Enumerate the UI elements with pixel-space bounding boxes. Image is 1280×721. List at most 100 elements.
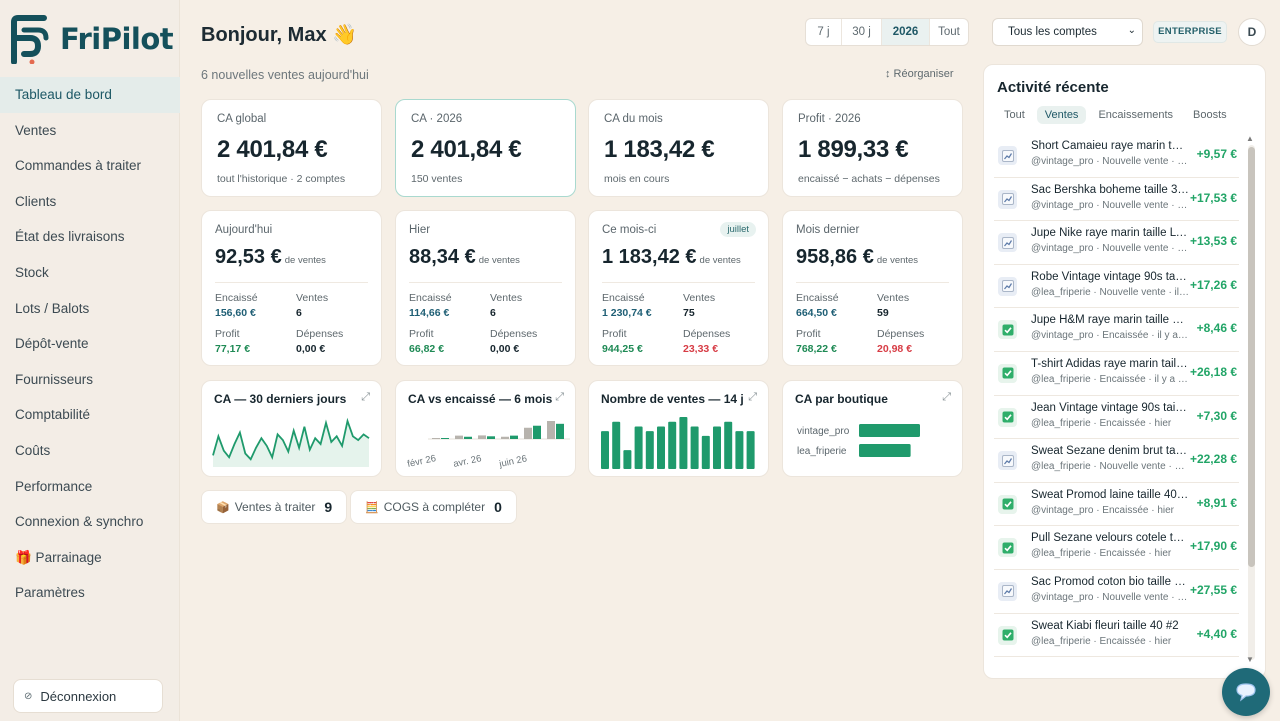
sales-bar bbox=[645, 431, 654, 469]
kpi-ca-global[interactable]: CA global 2 401,84 € tout l'historique ·… bbox=[201, 99, 382, 197]
reorganize-button[interactable]: ↕ Réorganiser bbox=[885, 68, 953, 80]
range-7d[interactable]: 7 j bbox=[806, 19, 842, 45]
activity-item-name: Sweat Kiabi fleuri taille 40 #2 bbox=[1031, 619, 1179, 632]
scroll-up-icon[interactable]: ▲ bbox=[1246, 134, 1254, 143]
activity-item[interactable]: T-shirt Adidas raye marin taille S @lea_f… bbox=[994, 352, 1239, 396]
activity-item[interactable]: Sac Bershka boheme taille 38 #2 @vintage_… bbox=[994, 178, 1239, 222]
sidebar-item-suppliers[interactable]: Fournisseurs bbox=[0, 362, 180, 398]
chat-button[interactable] bbox=[1222, 668, 1270, 716]
chart-icon bbox=[998, 581, 1017, 601]
kpi-value: 1 183,42 € bbox=[604, 136, 715, 163]
encaisse-label: Encaissé bbox=[602, 292, 645, 304]
activity-item-amount: +13,53 € bbox=[1189, 234, 1237, 249]
activity-item[interactable]: Short Camaieu raye marin taille 34 @vinta… bbox=[994, 134, 1239, 178]
depenses-label: Dépenses bbox=[296, 328, 344, 340]
sidebar-item-consignment[interactable]: Dépôt-vente bbox=[0, 326, 180, 362]
tab-sales[interactable]: Ventes bbox=[1036, 106, 1087, 124]
pill-sales-to-process[interactable]: 📦 Ventes à traiter 9 bbox=[201, 490, 348, 524]
activity-item-amount: +22,28 € bbox=[1189, 452, 1237, 467]
ventes-value: 59 bbox=[877, 307, 889, 319]
sidebar-item-stock[interactable]: Stock bbox=[0, 255, 180, 291]
sidebar-item-accounting[interactable]: Comptabilité bbox=[0, 397, 180, 433]
chart-sales14-plot bbox=[601, 417, 755, 469]
activity-item-meta: @lea_friperie · Encaissée · il y a 18 h bbox=[1031, 373, 1189, 385]
sidebar-item-dashboard[interactable]: Tableau de bord bbox=[0, 77, 180, 113]
sidebar-item-settings[interactable]: Paramètres bbox=[0, 575, 180, 611]
range-2026[interactable]: 2026 bbox=[882, 19, 930, 45]
depenses-value: 20,98 € bbox=[877, 343, 913, 355]
month-tick-label: avr. 26 bbox=[452, 453, 482, 470]
account-select[interactable]: Tous les comptes ⌄ bbox=[992, 18, 1143, 46]
ventes-value: 75 bbox=[683, 307, 695, 319]
sidebar-item-performance[interactable]: Performance bbox=[0, 469, 180, 505]
sidebar-item-referral[interactable]: 🎁 Parrainage bbox=[0, 540, 180, 576]
shop-bar bbox=[859, 444, 911, 457]
kpi-ca-year[interactable]: CA · 2026 2 401,84 € 150 ventes bbox=[395, 99, 576, 197]
activity-item-amount: +8,91 € bbox=[1196, 495, 1237, 510]
tab-payments[interactable]: Encaissements bbox=[1090, 106, 1181, 124]
expand-icon[interactable]: ⤢ bbox=[942, 391, 951, 404]
abacus-icon: 🧮 bbox=[365, 501, 379, 514]
pill-cogs-to-complete[interactable]: 🧮 COGS à compléter 0 bbox=[350, 490, 517, 524]
activity-item[interactable]: Jupe H&M raye marin taille XL #3 @vintage… bbox=[994, 308, 1239, 352]
activity-list: Short Camaieu raye marin taille 34 @vinta… bbox=[994, 134, 1239, 658]
depenses-label: Dépenses bbox=[490, 328, 538, 340]
scrollbar-thumb[interactable] bbox=[1248, 147, 1255, 567]
kpi-sub: mois en cours bbox=[604, 173, 670, 185]
activity-item[interactable]: Pull Sezane velours cotele taille S @lea_… bbox=[994, 526, 1239, 570]
period-yesterday[interactable]: Hier 88,34 € de ventes Encaissé Ventes 11… bbox=[395, 210, 576, 366]
kpi-profit-year[interactable]: Profit · 2026 1 899,33 € encaissé − acha… bbox=[782, 99, 963, 197]
activity-item[interactable]: Jean Vintage vintage 90s taille 40 @lea_f… bbox=[994, 396, 1239, 440]
activity-item[interactable]: Robe Vintage vintage 90s taille M @lea_fr… bbox=[994, 265, 1239, 309]
pill-label: COGS à compléter bbox=[383, 500, 486, 514]
period-today[interactable]: Aujourd'hui 92,53 € de ventes Encaissé Ve… bbox=[201, 210, 382, 366]
sidebar-item-clients[interactable]: Clients bbox=[0, 184, 180, 220]
chat-bubble-icon bbox=[1236, 683, 1256, 702]
period-this-month[interactable]: Ce mois-ci juillet 1 183,42 € de ventes E… bbox=[588, 210, 769, 366]
check-icon bbox=[998, 538, 1017, 558]
chart-ca-by-shop[interactable]: CA par boutique ⤢ vintage_pro lea_friperi… bbox=[782, 380, 963, 477]
activity-item[interactable]: Sac Promod coton bio taille 38 #4 @vintag… bbox=[994, 570, 1239, 614]
logout-button[interactable]: ⊘ Déconnexion bbox=[13, 679, 163, 713]
activity-item[interactable]: Jupe Nike raye marin taille L #2 @vintage… bbox=[994, 221, 1239, 265]
chart-title: CA — 30 derniers jours bbox=[214, 392, 347, 406]
activity-item[interactable]: Sweat Promod laine taille 40 #2 @vintage_… bbox=[994, 483, 1239, 527]
avatar[interactable]: D bbox=[1238, 18, 1266, 46]
plan-badge[interactable]: ENTERPRISE bbox=[1153, 21, 1227, 43]
chart-ca-vs-encaisse[interactable]: CA vs encaissé — 6 mois ⤢ févr 26 avr. 26… bbox=[395, 380, 576, 477]
kpi-sub: 150 ventes bbox=[411, 173, 463, 185]
range-30d[interactable]: 30 j bbox=[842, 19, 882, 45]
kpi-sub: encaissé − achats − dépenses bbox=[798, 173, 940, 185]
activity-item[interactable]: Sweat Kiabi fleuri taille 40 #2 @lea_frip… bbox=[994, 614, 1239, 658]
range-all[interactable]: Tout bbox=[930, 19, 968, 45]
scroll-down-icon[interactable]: ▼ bbox=[1246, 655, 1254, 664]
pill-label: Ventes à traiter bbox=[234, 500, 316, 514]
activity-item-meta: @vintage_pro · Encaissée · il y a 17 h bbox=[1031, 330, 1189, 342]
expand-icon[interactable]: ⤢ bbox=[555, 391, 564, 404]
sidebar-item-deliveries[interactable]: État des livraisons bbox=[0, 219, 180, 255]
period-last-month[interactable]: Mois dernier 958,86 € de ventes Encaissé … bbox=[782, 210, 963, 366]
activity-item[interactable]: Sweat Sezane denim brut taille M @lea_fri… bbox=[994, 439, 1239, 483]
range-selector: 7 j 30 j 2026 Tout bbox=[805, 18, 969, 46]
tab-all[interactable]: Tout bbox=[996, 106, 1033, 124]
sidebar-item-orders[interactable]: Commandes à traiter bbox=[0, 148, 180, 184]
sidebar-item-lots[interactable]: Lots / Balots bbox=[0, 291, 180, 327]
sidebar-item-connection[interactable]: Connexion & synchro bbox=[0, 504, 180, 540]
profit-value: 66,82 € bbox=[409, 343, 445, 355]
sidebar-item-sales[interactable]: Ventes bbox=[0, 113, 180, 149]
kpi-sub: tout l'historique · 2 comptes bbox=[217, 173, 346, 185]
ventes-value: 6 bbox=[490, 307, 496, 319]
logout-icon: ⊘ bbox=[24, 690, 33, 702]
bar-encaisse bbox=[501, 436, 509, 439]
sidebar-item-costs[interactable]: Coûts bbox=[0, 433, 180, 469]
kpi-ca-month[interactable]: CA du mois 1 183,42 € mois en cours bbox=[588, 99, 769, 197]
tab-boosts[interactable]: Boosts bbox=[1185, 106, 1235, 124]
expand-icon[interactable]: ⤢ bbox=[748, 391, 757, 404]
kpi-label: CA du mois bbox=[604, 113, 663, 125]
chart-ca-30-days[interactable]: CA — 30 derniers jours ⤢ bbox=[201, 380, 382, 477]
brand-logo[interactable]: FriPilot bbox=[8, 12, 174, 66]
chart-icon bbox=[998, 189, 1017, 209]
check-icon bbox=[998, 625, 1017, 645]
chart-sales-14-days[interactable]: Nombre de ventes — 14 j ⤢ bbox=[588, 380, 769, 477]
expand-icon[interactable]: ⤢ bbox=[361, 391, 370, 404]
